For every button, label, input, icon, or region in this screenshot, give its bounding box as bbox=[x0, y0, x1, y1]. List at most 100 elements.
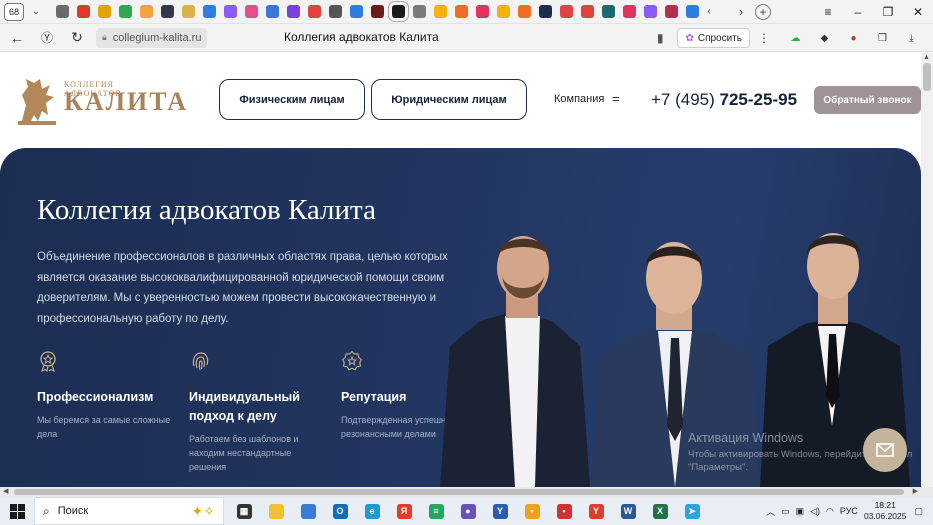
tab-favicons bbox=[56, 1, 707, 22]
site-logo[interactable]: КОЛЛЕГИЯ АДВОКАТОВ КАЛИТА bbox=[16, 75, 186, 127]
extension-avatar-icon[interactable]: ● bbox=[846, 31, 861, 46]
tab-favicon[interactable] bbox=[388, 1, 409, 22]
tab-favicon[interactable] bbox=[371, 5, 384, 18]
messenger-icon[interactable]: • bbox=[516, 497, 548, 525]
tab-favicon[interactable] bbox=[434, 5, 447, 18]
download-icon[interactable]: ⤓ bbox=[904, 31, 919, 46]
chevron-down-icon[interactable]: ⌄ bbox=[28, 3, 44, 21]
app-red-icon[interactable]: ▪ bbox=[548, 497, 580, 525]
tab-favicon[interactable] bbox=[476, 5, 489, 18]
reload-button[interactable]: ↻ bbox=[64, 25, 90, 51]
tab-favicon[interactable] bbox=[77, 5, 90, 18]
tab-favicon[interactable] bbox=[602, 5, 615, 18]
start-button[interactable] bbox=[0, 497, 34, 525]
hero-description: Объединение профессионалов в различных о… bbox=[37, 251, 448, 325]
restore-icon[interactable]: ❐ bbox=[873, 0, 903, 24]
bookmark-icon[interactable]: ▮ bbox=[657, 31, 664, 45]
clock[interactable]: 18:21 03.06.2025 bbox=[864, 500, 907, 522]
chevron-right-icon[interactable]: › bbox=[733, 3, 749, 21]
phone-prefix: +7 (495) bbox=[651, 90, 720, 109]
tab-favicon[interactable] bbox=[560, 5, 573, 18]
close-icon[interactable]: ✕ bbox=[903, 0, 933, 24]
yandex-icon[interactable]: Я bbox=[388, 497, 420, 525]
yandex-browser-icon[interactable]: Y bbox=[580, 497, 612, 525]
window-controls: ≡ – ❐ ✕ bbox=[813, 0, 933, 24]
tab-favicon[interactable] bbox=[329, 5, 342, 18]
scroll-thumb[interactable] bbox=[923, 63, 931, 91]
tab-favicon[interactable] bbox=[140, 5, 153, 18]
more-icon[interactable]: ⋮ bbox=[754, 31, 774, 45]
game-icon[interactable]: ● bbox=[452, 497, 484, 525]
scroll-right-icon[interactable]: ▶ bbox=[913, 487, 918, 495]
tab-favicon[interactable] bbox=[56, 5, 69, 18]
search-placeholder: Поиск bbox=[57, 505, 89, 517]
phone-number[interactable]: +7 (495) 725-25-95 bbox=[651, 90, 797, 110]
tab-favicon[interactable] bbox=[350, 5, 363, 18]
tab-favicon[interactable] bbox=[518, 5, 531, 18]
tab-favicon[interactable] bbox=[182, 5, 195, 18]
word-icon[interactable]: W bbox=[612, 497, 644, 525]
tab-favicon[interactable] bbox=[287, 5, 300, 18]
taskbar-search[interactable]: ⌕ Поиск ✦✧ bbox=[34, 497, 224, 525]
tab-menu-icon[interactable]: ≡ bbox=[813, 0, 843, 24]
contact-mail-button[interactable] bbox=[863, 428, 907, 472]
display-icon[interactable]: ▣ bbox=[796, 506, 805, 517]
tab-count-button[interactable]: 68 bbox=[4, 2, 24, 21]
chevron-up-icon[interactable]: ︿ bbox=[766, 505, 775, 518]
tab-favicon[interactable] bbox=[224, 5, 237, 18]
telegram-icon[interactable]: ➤ bbox=[676, 497, 708, 525]
tab-favicon[interactable] bbox=[98, 5, 111, 18]
extension-cloud-icon[interactable]: ☁ bbox=[788, 31, 803, 46]
store-icon[interactable] bbox=[292, 497, 324, 525]
vertical-scrollbar[interactable]: ▲ bbox=[921, 53, 933, 487]
outlook-icon[interactable]: O bbox=[324, 497, 356, 525]
tab-favicon[interactable] bbox=[413, 5, 426, 18]
tab-favicon[interactable] bbox=[161, 5, 174, 18]
tab-favicon[interactable] bbox=[686, 5, 699, 18]
tab-favicon[interactable] bbox=[266, 5, 279, 18]
url-field[interactable]: 🔒︎ collegium-kalita.ru bbox=[96, 27, 208, 48]
tab-favicon[interactable] bbox=[245, 5, 258, 18]
yandex-browser-y-icon[interactable]: Y bbox=[484, 497, 516, 525]
menu-icon[interactable]: = bbox=[612, 91, 620, 106]
spreadsheet-app-icon[interactable]: ≡ bbox=[420, 497, 452, 525]
extension-icon[interactable]: ◆ bbox=[817, 31, 832, 46]
collections-icon[interactable]: ❒ bbox=[875, 31, 890, 46]
tab-favicon[interactable] bbox=[455, 5, 468, 18]
notifications-icon[interactable]: ▢ bbox=[914, 506, 923, 517]
tab-favicon[interactable] bbox=[665, 5, 678, 18]
tab-favicon[interactable] bbox=[539, 5, 552, 18]
tab-favicon[interactable] bbox=[497, 5, 510, 18]
tab-favicon[interactable] bbox=[644, 5, 657, 18]
address-bar: ← Ⓨ ↻ 🔒︎ collegium-kalita.ru Коллегия ад… bbox=[0, 24, 933, 52]
task-view-icon[interactable]: ▦ bbox=[228, 497, 260, 525]
battery-icon[interactable]: ▭ bbox=[781, 506, 790, 517]
callback-button[interactable]: Обратный звонок bbox=[814, 86, 921, 114]
chevron-left-icon[interactable]: ‹ bbox=[701, 3, 717, 21]
ask-button[interactable]: ✿ Спросить bbox=[677, 28, 750, 48]
tab-favicon[interactable] bbox=[203, 5, 216, 18]
scroll-up-icon[interactable]: ▲ bbox=[923, 54, 930, 61]
minimize-icon[interactable]: – bbox=[843, 0, 873, 24]
tab-favicon[interactable] bbox=[623, 5, 636, 18]
tab-favicon[interactable] bbox=[581, 5, 594, 18]
yandex-home-button[interactable]: Ⓨ bbox=[34, 25, 60, 51]
tab-favicon[interactable] bbox=[119, 5, 132, 18]
individuals-button[interactable]: Физическим лицам bbox=[219, 79, 365, 120]
edge-icon[interactable]: e bbox=[356, 497, 388, 525]
legal-entities-button[interactable]: Юридическим лицам bbox=[371, 79, 527, 120]
horizontal-scrollbar[interactable]: ◀ ▶ bbox=[0, 487, 933, 497]
excel-icon[interactable]: X bbox=[644, 497, 676, 525]
new-tab-button[interactable]: + bbox=[755, 3, 771, 20]
company-menu-label[interactable]: Компания bbox=[554, 93, 604, 105]
file-explorer-icon[interactable] bbox=[260, 497, 292, 525]
wifi-icon[interactable]: ◠ bbox=[826, 506, 834, 517]
tab-favicon[interactable] bbox=[308, 5, 321, 18]
scroll-left-icon[interactable]: ◀ bbox=[3, 487, 8, 495]
scroll-thumb-horizontal[interactable] bbox=[14, 489, 904, 495]
volume-icon[interactable]: ◁) bbox=[810, 506, 820, 517]
feature-individual-approach: Индивидуальный подход к делу Работаем бе… bbox=[189, 350, 319, 474]
back-button[interactable]: ← bbox=[4, 25, 30, 51]
language-indicator[interactable]: РУС bbox=[840, 506, 858, 516]
system-tray: ︿ ▭ ▣ ◁) ◠ РУС 18:21 03.06.2025 ▢ bbox=[766, 497, 933, 525]
